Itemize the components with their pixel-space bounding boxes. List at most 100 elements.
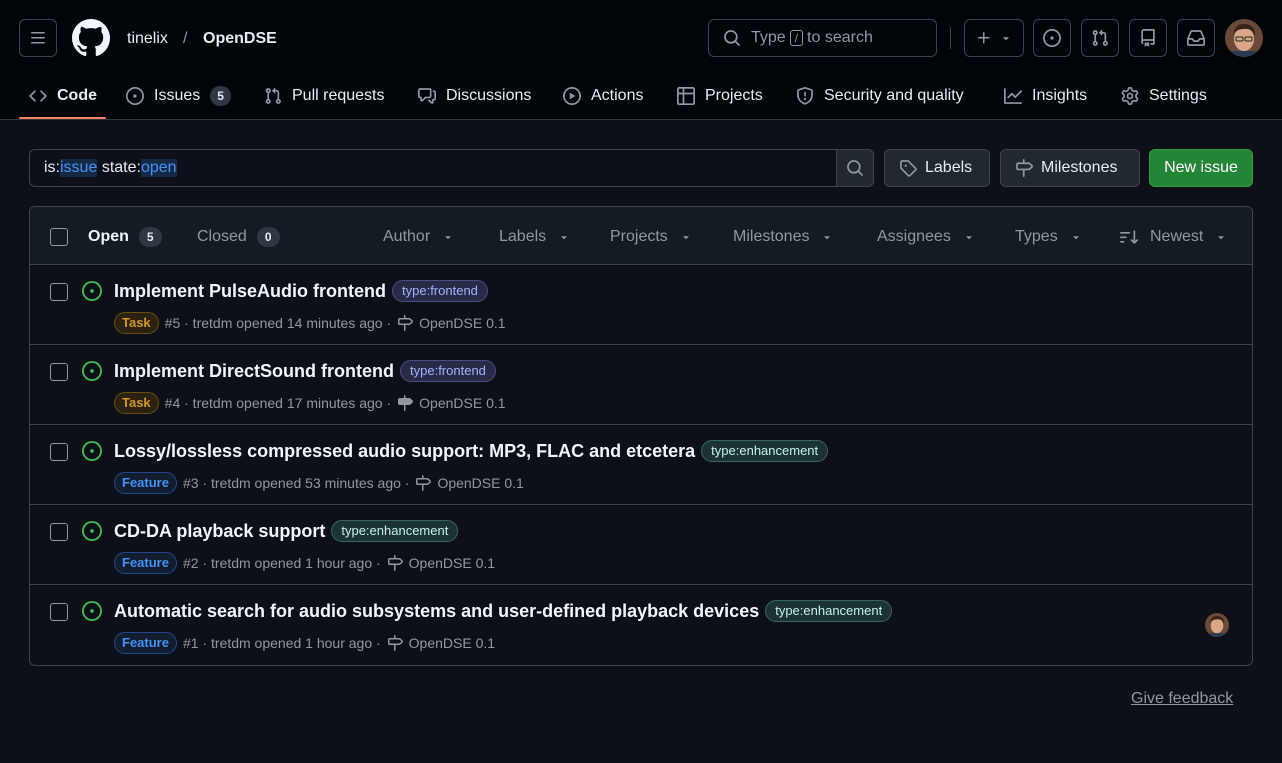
table-icon	[677, 87, 695, 105]
issue-checkbox[interactable]	[50, 283, 68, 301]
menu-button[interactable]	[19, 19, 57, 57]
tab-discussions[interactable]: Discussions	[418, 72, 531, 120]
filter-search-button[interactable]	[836, 149, 874, 187]
user-avatar[interactable]	[1225, 19, 1263, 57]
issue-milestone[interactable]: OpenDSE 0.1	[437, 473, 523, 493]
issues-count-badge: 5	[210, 86, 231, 106]
assignee-avatar[interactable]	[1205, 613, 1229, 637]
tab-code[interactable]: Code	[29, 72, 97, 120]
breadcrumb-repo[interactable]: OpenDSE	[203, 28, 277, 50]
tab-pull-requests-label: Pull requests	[292, 87, 385, 104]
issue-row[interactable]: Implement DirectSound frontend type:front…	[30, 345, 1252, 425]
projects-filter[interactable]: Projects	[610, 227, 692, 247]
issue-label[interactable]: type:enhancement	[701, 440, 829, 462]
issue-title[interactable]: Implement DirectSound frontend	[114, 358, 394, 384]
tab-projects[interactable]: Projects	[677, 72, 763, 120]
milestone-icon	[1016, 159, 1033, 177]
types-filter-label: Types	[1015, 228, 1058, 245]
issue-title[interactable]: Automatic search for audio subsystems an…	[114, 598, 759, 624]
new-issue-button[interactable]: New issue	[1149, 149, 1253, 187]
labels-button[interactable]: Labels	[884, 149, 990, 187]
assignees-filter[interactable]: Assignees	[877, 227, 975, 247]
sort-filter-label: Newest	[1150, 228, 1204, 245]
give-feedback-link[interactable]: Give feedback	[1131, 689, 1233, 709]
issue-milestone[interactable]: OpenDSE 0.1	[409, 633, 495, 653]
author-filter[interactable]: Author	[383, 227, 454, 247]
issue-checkbox[interactable]	[50, 603, 68, 621]
tab-pull-requests[interactable]: Pull requests	[264, 72, 385, 120]
issue-title[interactable]: Implement PulseAudio frontend	[114, 278, 386, 304]
issue-row[interactable]: Automatic search for audio subsystems an…	[30, 585, 1252, 665]
create-new-button[interactable]	[964, 19, 1024, 57]
issue-meta: #1 · tretdm opened 1 hour ago ·	[182, 635, 381, 651]
shield-icon	[797, 87, 813, 105]
tab-insights-label: Insights	[1032, 87, 1088, 104]
repositories-button[interactable]	[1129, 19, 1167, 57]
issue-title[interactable]: CD-DA playback support	[114, 518, 325, 544]
comment-discussion-icon	[418, 88, 436, 104]
milestones-button-label: Milestones	[1041, 159, 1118, 176]
issues-button[interactable]	[1033, 19, 1071, 57]
issue-row[interactable]: CD-DA playback support type:enhancement F…	[30, 505, 1252, 585]
labels-filter[interactable]: Labels	[499, 227, 570, 247]
issue-type-badge: Task	[114, 392, 159, 414]
triangle-down-icon	[824, 236, 831, 240]
tab-security-label: Security and quality	[824, 87, 964, 104]
issue-title[interactable]: Lossy/lossless compressed audio support:…	[114, 438, 695, 464]
select-all-checkbox[interactable]	[50, 228, 68, 246]
issue-milestone[interactable]: OpenDSE 0.1	[419, 313, 505, 333]
issue-row[interactable]: Lossy/lossless compressed audio support:…	[30, 425, 1252, 505]
app-header: tinelix / OpenDSE Type / to search Code …	[0, 0, 1282, 120]
global-search-button[interactable]: Type / to search	[708, 19, 937, 57]
sort-desc-icon	[1120, 230, 1138, 244]
issue-label[interactable]: type:enhancement	[765, 600, 893, 622]
milestones-button[interactable]: Milestones	[1000, 149, 1140, 187]
filter-state-value: open	[140, 159, 177, 177]
issues-filter-input[interactable]: is: issue state: open	[29, 149, 837, 187]
pull-requests-button[interactable]	[1081, 19, 1119, 57]
tab-issues[interactable]: Issues 5	[126, 72, 231, 120]
issue-open-icon	[82, 601, 102, 621]
issue-milestone[interactable]: OpenDSE 0.1	[409, 553, 495, 573]
types-filter[interactable]: Types	[1015, 227, 1082, 247]
github-logo[interactable]	[72, 19, 110, 57]
issue-checkbox[interactable]	[50, 363, 68, 381]
git-pull-request-icon	[1092, 29, 1108, 46]
closed-issues-tab[interactable]: Closed 0	[197, 227, 280, 247]
plus-icon	[978, 32, 990, 44]
github-mark-icon	[72, 19, 110, 57]
tab-actions[interactable]: Actions	[563, 72, 643, 120]
open-issues-tab[interactable]: Open 5	[88, 227, 162, 247]
filter-is-value: issue	[60, 159, 98, 177]
inbox-button[interactable]	[1177, 19, 1215, 57]
tab-security[interactable]: Security and quality	[796, 72, 964, 120]
play-icon	[563, 87, 581, 105]
repo-nav: Code Issues 5 Pull requests Discussions …	[0, 72, 1282, 120]
gear-icon	[1121, 87, 1139, 105]
issue-label[interactable]: type:enhancement	[331, 520, 459, 542]
issue-checkbox[interactable]	[50, 523, 68, 541]
breadcrumb-owner[interactable]: tinelix	[127, 28, 168, 50]
tab-settings[interactable]: Settings	[1121, 72, 1207, 120]
milestones-filter[interactable]: Milestones	[733, 227, 833, 247]
issue-label[interactable]: type:frontend	[392, 280, 488, 302]
tab-discussions-label: Discussions	[446, 87, 532, 104]
avatar-image	[1205, 613, 1229, 637]
tab-insights[interactable]: Insights	[1004, 72, 1087, 120]
header-divider	[950, 27, 951, 49]
issue-checkbox[interactable]	[50, 443, 68, 461]
issue-row[interactable]: Implement PulseAudio frontend type:fronte…	[30, 265, 1252, 345]
milestones-filter-label: Milestones	[733, 228, 810, 245]
issue-meta: #5 · tretdm opened 14 minutes ago ·	[164, 315, 392, 331]
sort-filter[interactable]: Newest	[1120, 227, 1227, 247]
graph-icon	[1004, 88, 1022, 104]
issue-meta: #2 · tretdm opened 1 hour ago ·	[182, 555, 381, 571]
avatar-image	[1225, 19, 1263, 57]
issue-label[interactable]: type:frontend	[400, 360, 496, 382]
issue-type-badge: Feature	[114, 552, 177, 574]
milestone-icon	[416, 475, 432, 491]
search-prefix: Type	[751, 29, 786, 46]
issue-milestone[interactable]: OpenDSE 0.1	[419, 393, 505, 413]
issues-list-header: Open 5 Closed 0 Author Labels Projects M…	[30, 207, 1252, 265]
repo-icon	[1141, 29, 1155, 47]
